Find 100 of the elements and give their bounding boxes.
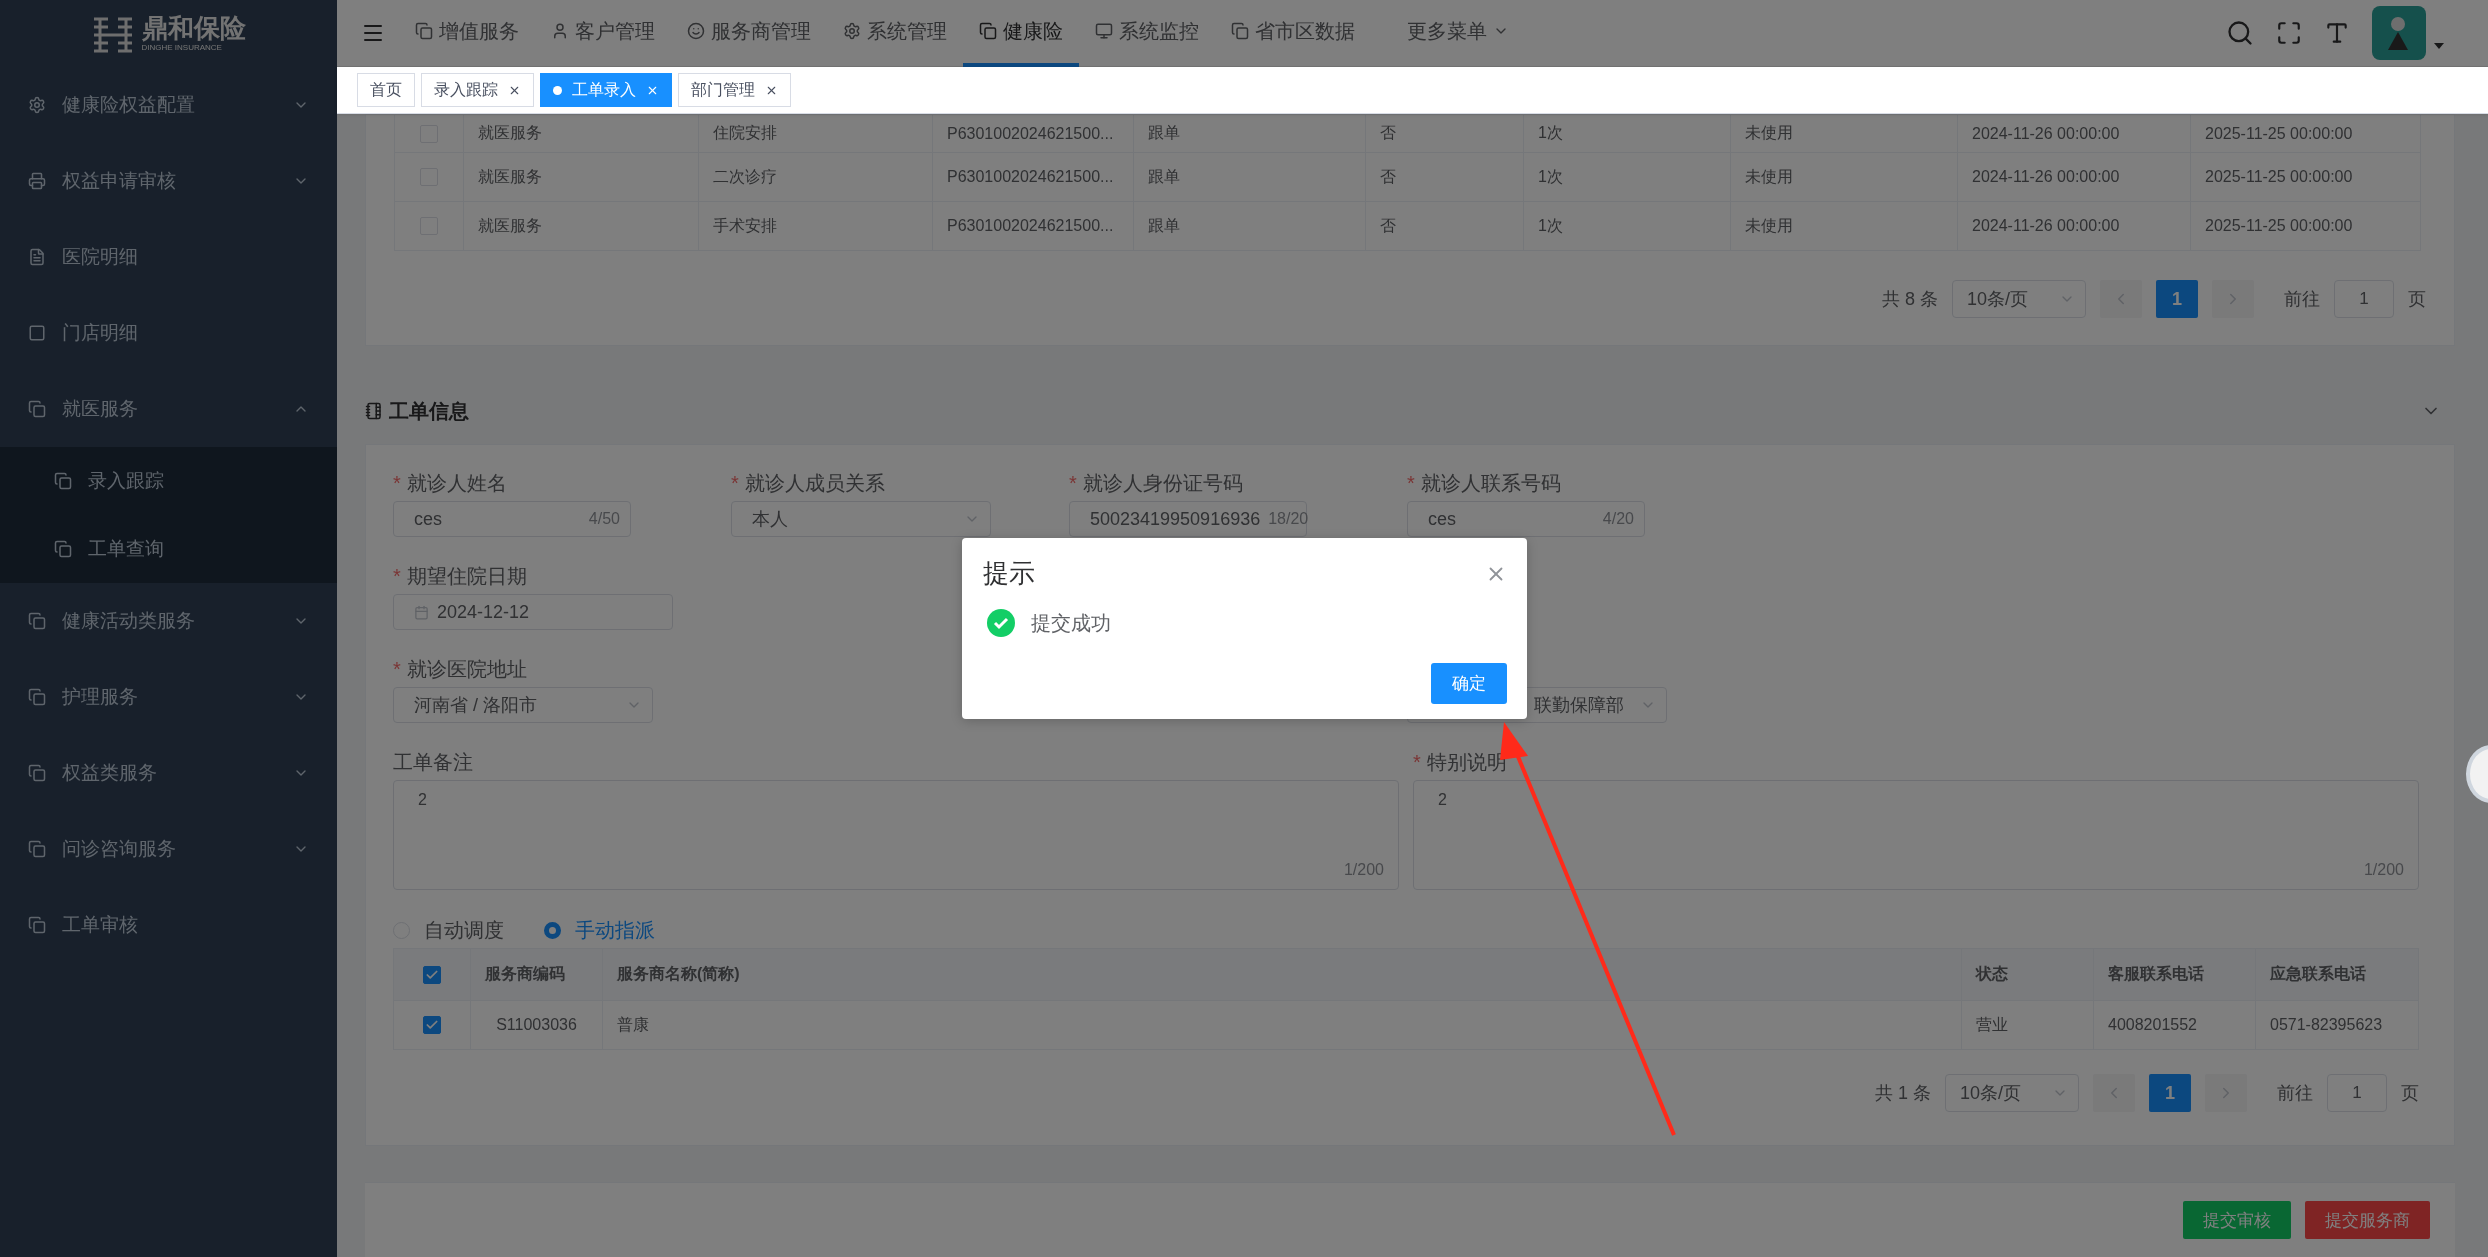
printer-icon (28, 172, 46, 190)
copy-icon (54, 540, 72, 558)
nav-tab[interactable]: 客户管理 (535, 0, 671, 67)
monitor-icon (1095, 22, 1113, 40)
sidebar-item[interactable]: 门店明细 (0, 295, 337, 371)
success-icon (987, 609, 1015, 637)
radio-option[interactable]: 自动调度 (393, 916, 504, 944)
table-cell: P6301002024621500... (933, 153, 1134, 202)
field-label: * 就诊人身份证号码 (1069, 470, 1244, 496)
date-field[interactable]: 2024-12-12 (393, 594, 673, 630)
sidebar-item[interactable]: 问诊咨询服务 (0, 811, 337, 887)
search-icon[interactable] (2226, 19, 2254, 47)
table-cell: 未使用 (1731, 153, 1958, 202)
table-cell: 2024-11-26 00:00:00 (1958, 115, 2191, 153)
dialog-title: 提示 (983, 557, 1035, 590)
confirm-button[interactable]: 确定 (1431, 663, 1507, 704)
table-cell: 就医服务 (464, 202, 699, 251)
table-cell: 1次 (1524, 115, 1731, 153)
nav-tab[interactable]: 系统监控 (1079, 0, 1215, 67)
column-header: 服务商编码 (471, 949, 603, 1001)
font-size-icon[interactable] (2324, 20, 2350, 46)
table-cell: 就医服务 (464, 115, 699, 153)
table-cell: 营业 (1962, 1001, 2094, 1050)
table-cell: S11003036 (471, 1001, 603, 1050)
nav-tab[interactable]: 系统管理 (827, 0, 963, 67)
radio-option[interactable]: 手动指派 (544, 916, 655, 944)
field-label: * 就诊医院地址 (393, 656, 528, 682)
radio-icon[interactable] (544, 921, 561, 939)
goto-label: 前往 (2277, 1082, 2313, 1105)
more-menu[interactable]: 更多菜单 (1391, 0, 1525, 67)
page-size-select[interactable]: 10条/页 (1952, 280, 2086, 318)
page-tag[interactable]: 首页 (357, 73, 415, 107)
page-button[interactable]: 1 (2149, 1074, 2191, 1112)
table-cell: 0571-82395623 (2256, 1001, 2419, 1050)
user-icon (551, 22, 569, 40)
avatar-icon[interactable] (2372, 6, 2426, 60)
table-cell: 跟单 (1134, 115, 1366, 153)
square-icon (28, 324, 46, 342)
sidebar-item[interactable]: 工单审核 (0, 887, 337, 963)
copy-icon (28, 764, 46, 782)
column-header: 状态 (1962, 949, 2094, 1001)
page-tag[interactable]: 工单录入 (540, 73, 672, 107)
copy-icon (28, 916, 46, 934)
table-cell: 4008201552 (2094, 1001, 2256, 1050)
field-label: * 就诊人成员关系 (731, 470, 886, 496)
sidebar-subitem[interactable]: 工单查询 (0, 515, 337, 583)
goto-page-field[interactable]: 1 (2334, 280, 2394, 318)
table-cell: 2024-11-26 00:00:00 (1958, 153, 2191, 202)
sidebar-item[interactable]: 权益申请审核 (0, 143, 337, 219)
copy-icon (415, 22, 433, 40)
nav-tab[interactable]: 服务商管理 (671, 0, 827, 67)
checkbox[interactable] (423, 1016, 441, 1034)
sidebar-item[interactable]: 权益类服务 (0, 735, 337, 811)
page-tag[interactable]: 录入跟踪 (421, 73, 534, 107)
page-unit: 页 (2401, 1082, 2419, 1105)
total-count: 共 8 条 (1882, 288, 1938, 311)
dot-icon (553, 85, 562, 95)
sidebar-item[interactable]: 健康险权益配置 (0, 67, 337, 143)
table-cell: 1次 (1524, 202, 1731, 251)
table-cell: 普康 (603, 1001, 1962, 1050)
table-cell: 跟单 (1134, 202, 1366, 251)
page-tag[interactable]: 部门管理 (678, 73, 791, 107)
table-cell: 跟单 (1134, 153, 1366, 202)
sidebar-item[interactable]: 医院明细 (0, 219, 337, 295)
select-field[interactable]: 本人 (731, 501, 991, 537)
fullscreen-icon[interactable] (2276, 20, 2302, 46)
submit-button[interactable]: 提交服务商 (2305, 1201, 2430, 1239)
table-cell: P6301002024621500... (933, 115, 1134, 153)
total-count: 共 1 条 (1875, 1082, 1931, 1105)
copy-icon (28, 400, 46, 418)
goto-label: 前往 (2284, 288, 2320, 311)
sidebar-item[interactable]: 护理服务 (0, 659, 337, 735)
page-size-select[interactable]: 10条/页 (1945, 1074, 2079, 1112)
gear-icon (28, 96, 46, 114)
select-field[interactable]: 河南省 / 洛阳市 (393, 687, 653, 723)
table-cell: 否 (1366, 202, 1524, 251)
table-cell: 2025-11-25 00:00:00 (2191, 153, 2421, 202)
goto-page-field[interactable]: 1 (2327, 1074, 2387, 1112)
sidebar-item[interactable]: 就医服务 (0, 371, 337, 447)
sidebar-subitem[interactable]: 录入跟踪 (0, 447, 337, 515)
checkbox[interactable] (423, 965, 441, 984)
nav-tab[interactable]: 增值服务 (399, 0, 535, 67)
table-cell: 2024-11-26 00:00:00 (1958, 202, 2191, 251)
section-title: 工单信息 (389, 398, 469, 424)
field-label: * 期望住院日期 (393, 563, 528, 589)
page-unit: 页 (2408, 288, 2426, 311)
calendar-icon (414, 604, 429, 620)
document-icon (28, 248, 46, 266)
field-label: 工单备注 (393, 749, 474, 775)
column-header: 应急联系电话 (2256, 949, 2419, 1001)
copy-icon (28, 612, 46, 630)
caret-icon[interactable] (2434, 43, 2444, 49)
sidebar-item[interactable]: 健康活动类服务 (0, 583, 337, 659)
page-button[interactable]: 1 (2156, 280, 2198, 318)
column-header: 服务商名称(简称) (603, 949, 1962, 1001)
table-cell: 1次 (1524, 153, 1731, 202)
submit-button[interactable]: 提交审核 (2183, 1201, 2291, 1239)
logo-name: 鼎和保险 (141, 15, 246, 41)
dialog-message: 提交成功 (1031, 610, 1111, 636)
nav-tab[interactable]: 省市区数据 (1215, 0, 1371, 67)
